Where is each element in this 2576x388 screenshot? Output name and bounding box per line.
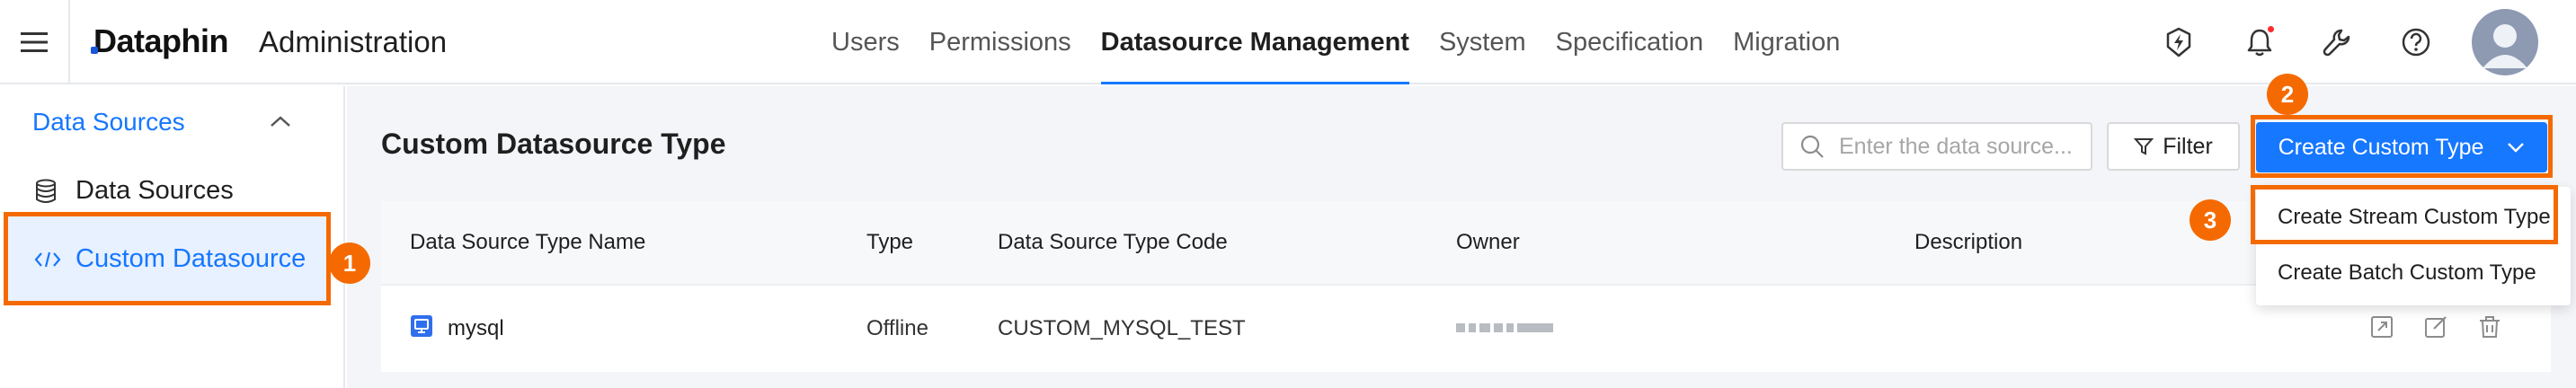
sidebar-item-label: Data Sources [76,176,234,205]
help-button[interactable] [2398,24,2434,60]
edit-button[interactable] [2421,313,2450,341]
logo-dot [91,47,98,54]
notification-dot [2266,24,2276,34]
nav-datasource-management[interactable]: Datasource Management [1100,0,1410,84]
app-title: Administration [259,25,448,58]
step-badge-3: 3 [2190,199,2231,241]
page-title: Custom Datasource Type [381,128,726,160]
nav-migration[interactable]: Migration [1733,0,1840,84]
notification-button[interactable] [2242,24,2278,60]
edit-icon [2425,316,2447,338]
column-header-type: Type [866,230,914,254]
database-icon [36,179,56,203]
sidebar-group-data-sources[interactable]: Data Sources [32,108,185,137]
search-icon [1800,135,1824,158]
user-avatar[interactable] [2472,9,2538,75]
datasource-type-icon [411,315,432,337]
nav-specification[interactable]: Specification [1556,0,1703,84]
filter-label: Filter [2163,133,2213,159]
highlight-stream-custom-type [2251,185,2558,244]
nav-users[interactable]: Users [831,0,900,84]
highlight-custom-datasource [4,212,331,305]
filter-icon [2134,138,2154,155]
logo[interactable]: Dataphin [91,22,229,59]
column-header-name: Data Source Type Name [410,230,646,254]
cell-name[interactable]: mysql [448,316,504,341]
logo-text: Dataphin [93,22,229,59]
search-box[interactable] [1781,122,2092,171]
delete-icon [2480,316,2500,338]
sidebar-item-data-sources[interactable]: Data Sources [34,176,234,206]
bolt-button[interactable] [2161,24,2197,60]
bolt-icon [2166,27,2191,57]
delete-button[interactable] [2475,313,2504,341]
column-header-description: Description [1914,230,2023,254]
column-header-owner: Owner [1456,230,1520,254]
export-icon [2371,316,2393,338]
cell-type: Offline [866,316,928,340]
top-nav: Users Permissions Datasource Management … [831,0,1870,84]
top-bar: Dataphin Administration Users Permission… [0,0,2576,84]
step-badge-2: 2 [2267,74,2308,115]
tools-button[interactable] [2319,24,2355,60]
menu-item-create-batch-custom-type[interactable]: Create Batch Custom Type [2278,260,2536,286]
chevron-up-icon[interactable] [270,115,291,128]
highlight-create-button [2251,115,2553,178]
export-button[interactable] [2367,313,2396,341]
cell-owner-masked [1456,323,1553,332]
search-input[interactable] [1839,133,2082,160]
menu-icon [21,32,48,52]
cell-code: CUSTOM_MYSQL_TEST [998,316,1246,340]
nav-permissions[interactable]: Permissions [929,0,1071,84]
menu-button[interactable] [0,0,70,84]
help-icon [2402,28,2430,57]
step-badge-1: 1 [329,242,370,284]
avatar-icon [2483,24,2527,68]
column-header-code: Data Source Type Code [998,230,1228,254]
nav-system[interactable]: System [1439,0,1526,84]
wrench-icon [2323,29,2350,57]
filter-button[interactable]: Filter [2107,122,2240,171]
